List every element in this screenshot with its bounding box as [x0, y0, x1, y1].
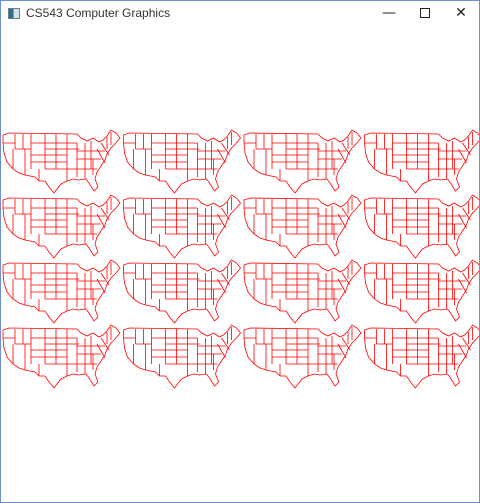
map-tile — [243, 259, 362, 324]
map-tile — [2, 194, 121, 259]
map-tile — [2, 259, 121, 324]
map-tile — [364, 259, 479, 324]
map-tile — [364, 324, 479, 389]
maximize-icon[interactable] — [407, 1, 443, 25]
app-icon — [8, 7, 20, 19]
map-tile — [243, 129, 362, 194]
title-bar[interactable]: CS543 Computer Graphics — ✕ — [1, 1, 479, 25]
map-tile — [123, 194, 241, 259]
app-window: CS543 Computer Graphics — ✕ — [0, 0, 480, 503]
map-tile — [364, 194, 479, 259]
window-title: CS543 Computer Graphics — [26, 6, 171, 20]
map-tile — [243, 324, 362, 389]
map-tile — [2, 324, 121, 389]
close-icon[interactable]: ✕ — [443, 1, 479, 25]
map-tile — [123, 324, 241, 389]
drawing-canvas[interactable] — [1, 25, 479, 502]
minimize-icon[interactable]: — — [371, 1, 407, 25]
map-tile — [123, 129, 241, 194]
map-tile — [364, 129, 479, 194]
map-tile — [243, 194, 362, 259]
map-tiles — [2, 129, 479, 389]
window-controls: — ✕ — [371, 1, 479, 25]
map-tile — [2, 129, 121, 194]
map-tile — [123, 259, 241, 324]
